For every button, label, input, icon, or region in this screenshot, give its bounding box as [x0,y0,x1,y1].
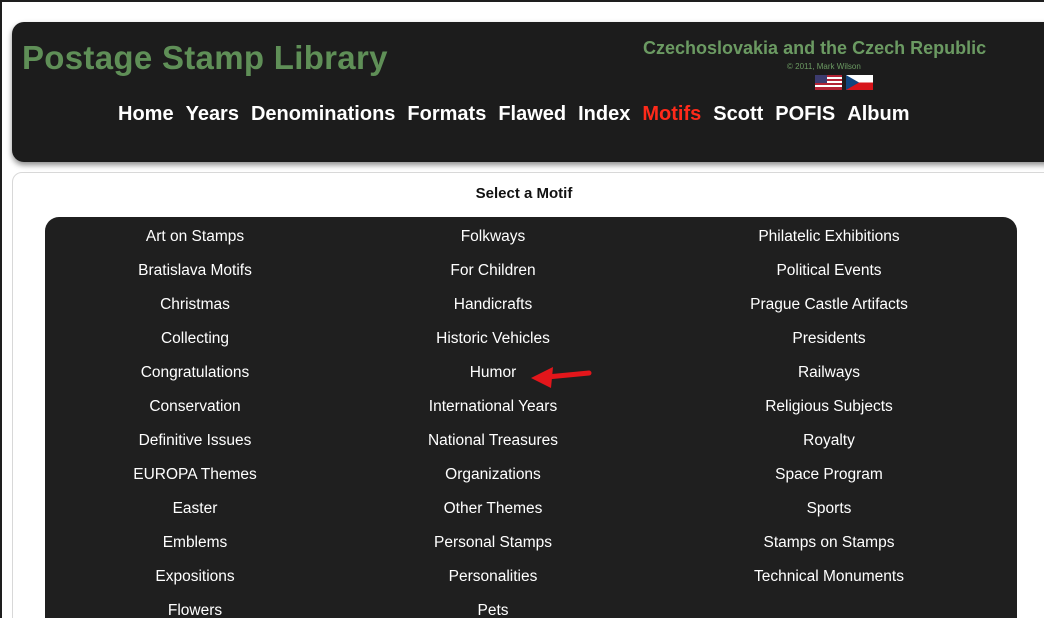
country-title: Czechoslovakia and the Czech Republic [643,38,987,58]
motif-link[interactable]: Political Events [679,261,979,295]
motif-link[interactable]: Bratislava Motifs [45,261,345,295]
motif-link[interactable]: Personalities [343,567,643,601]
language-flags [815,75,873,90]
nav-item-formats[interactable]: Formats [407,103,486,126]
motif-link[interactable]: Humor [343,363,643,397]
motif-link[interactable]: Historic Vehicles [343,329,643,363]
motif-link[interactable]: Pets [343,601,643,618]
motif-link[interactable]: Christmas [45,295,345,329]
motif-link[interactable]: Presidents [679,329,979,363]
motif-link[interactable]: EUROPA Themes [45,465,345,499]
nav-item-years[interactable]: Years [186,103,239,126]
nav-item-album[interactable]: Album [847,103,909,126]
motif-link[interactable]: Philatelic Exhibitions [679,227,979,261]
motif-link[interactable]: Other Themes [343,499,643,533]
nav-item-scott[interactable]: Scott [713,103,763,126]
main-nav: Home Years Denominations Formats Flawed Index… [118,103,910,126]
motif-link[interactable]: Stamps on Stamps [679,533,979,567]
motif-link[interactable]: Personal Stamps [343,533,643,567]
motif-column-2: Folkways For Children Handicrafts Historic … [343,227,643,618]
motif-link[interactable]: International Years [343,397,643,431]
motif-link[interactable]: National Treasures [343,431,643,465]
us-flag-icon[interactable] [815,75,842,90]
site-title[interactable]: Postage Stamp Library [22,39,388,77]
motif-column-3: Philatelic Exhibitions Political Events Pr… [679,227,979,601]
motif-link[interactable]: Expositions [45,567,345,601]
nav-item-flawed[interactable]: Flawed [498,103,566,126]
motif-link[interactable]: Flowers [45,601,345,618]
nav-item-motifs[interactable]: Motifs [642,103,701,126]
motif-link[interactable]: Collecting [45,329,345,363]
nav-item-denominations[interactable]: Denominations [251,103,395,126]
motif-link[interactable]: Congratulations [45,363,345,397]
motif-link[interactable]: For Children [343,261,643,295]
motif-link[interactable]: Conservation [45,397,345,431]
motif-link[interactable]: Sports [679,499,979,533]
motif-link[interactable]: Organizations [343,465,643,499]
copyright-notice: © 2011, Mark Wilson [787,62,861,71]
motif-list-panel: Art on Stamps Bratislava Motifs Christmas C… [45,217,1017,618]
red-arrow-annotation [531,367,592,388]
motif-link[interactable]: Art on Stamps [45,227,345,261]
nav-item-index[interactable]: Index [578,103,630,126]
motif-link[interactable]: Folkways [343,227,643,261]
motif-link[interactable]: Prague Castle Artifacts [679,295,979,329]
motif-link[interactable]: Religious Subjects [679,397,979,431]
motif-link[interactable]: Handicrafts [343,295,643,329]
czech-flag-icon[interactable] [846,75,873,90]
nav-item-home[interactable]: Home [118,103,174,126]
motif-link[interactable]: Railways [679,363,979,397]
motif-link[interactable]: Easter [45,499,345,533]
site-header: Postage Stamp Library Czechoslovakia and… [12,22,1044,162]
motif-link[interactable]: Emblems [45,533,345,567]
motif-link[interactable]: Royalty [679,431,979,465]
motif-link[interactable]: Space Program [679,465,979,499]
motif-link[interactable]: Technical Monuments [679,567,979,601]
motif-link[interactable]: Definitive Issues [45,431,345,465]
browser-viewport: Postage Stamp Library Czechoslovakia and… [0,0,1044,618]
motif-column-1: Art on Stamps Bratislava Motifs Christmas C… [45,227,345,618]
select-motif-heading: Select a Motif [475,185,573,202]
nav-item-pofis[interactable]: POFIS [775,103,835,126]
